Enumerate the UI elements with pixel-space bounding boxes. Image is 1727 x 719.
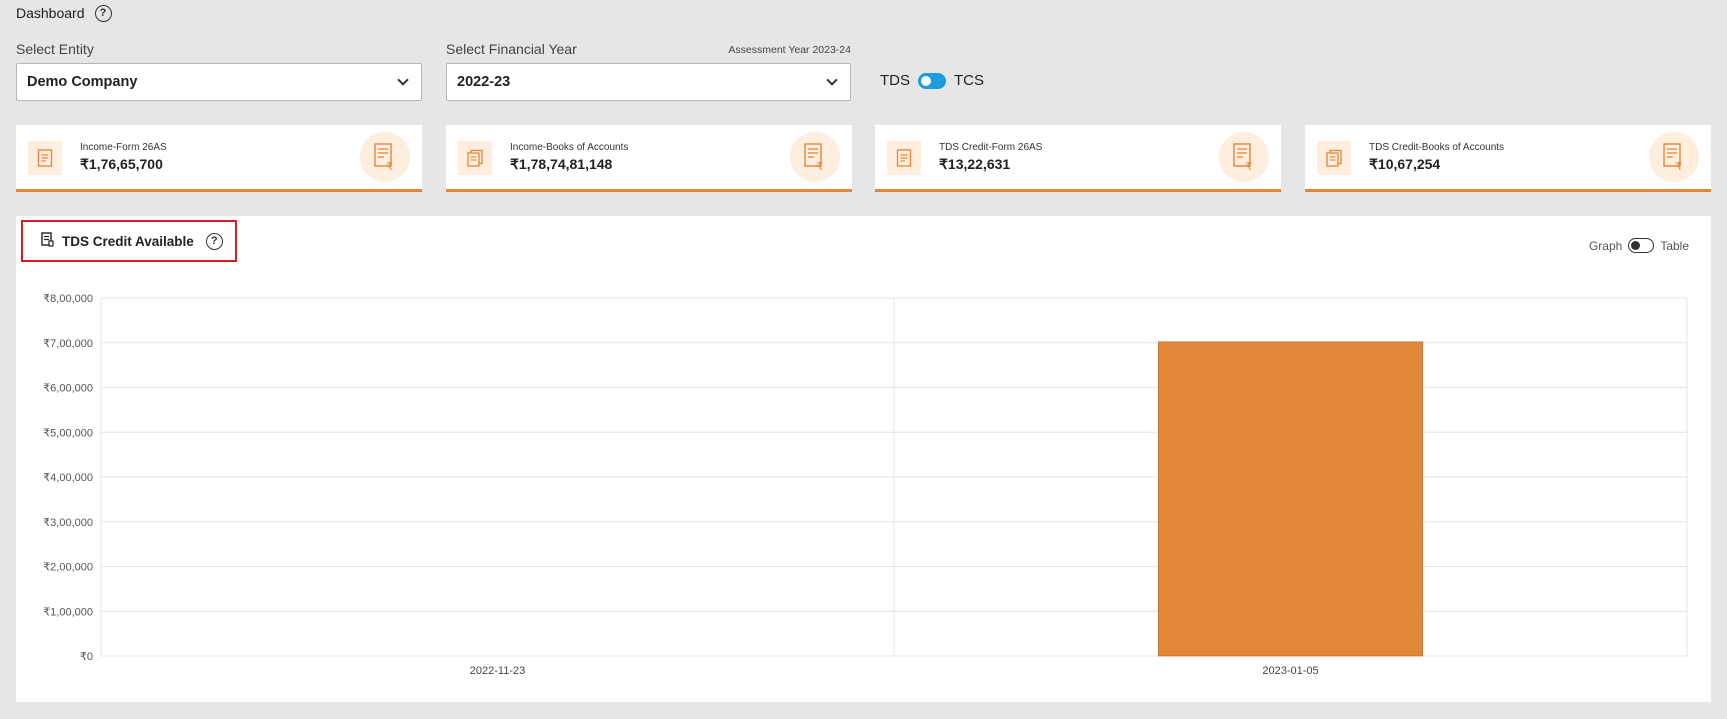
card-income-form-26as[interactable]: Income-Form 26AS ₹1,76,65,700 ₹ bbox=[16, 125, 422, 192]
card-label: TDS Credit-Books of Accounts bbox=[1369, 142, 1505, 153]
entity-select[interactable]: Demo Company bbox=[16, 63, 422, 101]
card-value: ₹1,78,74,81,148 bbox=[510, 156, 613, 172]
y-tick-label: ₹1,00,000 bbox=[43, 606, 93, 618]
y-tick-label: ₹4,00,000 bbox=[43, 472, 93, 484]
page-title: Dashboard bbox=[16, 5, 85, 21]
page-header: Dashboard ? bbox=[16, 2, 112, 24]
x-tick-label: 2022-11-23 bbox=[470, 665, 525, 677]
financial-year-label: Select Financial Year bbox=[446, 41, 577, 57]
rupee-receipt-icon: ₹ bbox=[1219, 132, 1269, 182]
tcs-label: TCS bbox=[954, 72, 984, 89]
card-income-books-of-accounts[interactable]: Income-Books of Accounts ₹1,78,74,81,148… bbox=[446, 125, 852, 192]
card-label: Income-Form 26AS bbox=[80, 142, 167, 153]
card-label: TDS Credit-Form 26AS bbox=[939, 142, 1043, 153]
y-tick-label: ₹5,00,000 bbox=[43, 427, 93, 439]
svg-text:₹: ₹ bbox=[1675, 160, 1682, 171]
card-tds-credit-books-of-accounts[interactable]: TDS Credit-Books of Accounts ₹10,67,254 … bbox=[1305, 125, 1711, 192]
card-value: ₹1,76,65,700 bbox=[80, 156, 163, 172]
y-tick-label: ₹7,00,000 bbox=[43, 338, 93, 350]
rupee-receipt-icon: ₹ bbox=[360, 132, 410, 182]
financial-year-value: 2022-23 bbox=[457, 74, 511, 90]
document-icon bbox=[28, 141, 62, 175]
books-icon bbox=[1317, 141, 1351, 175]
tds-tcs-toggle[interactable] bbox=[918, 72, 946, 89]
books-icon bbox=[458, 141, 492, 175]
entity-label: Select Entity bbox=[16, 41, 94, 57]
card-label: Income-Books of Accounts bbox=[510, 142, 629, 153]
chevron-down-icon bbox=[826, 73, 838, 86]
y-tick-label: ₹0 bbox=[80, 651, 93, 663]
x-tick-label: 2023-01-05 bbox=[1262, 665, 1318, 677]
document-icon bbox=[887, 141, 921, 175]
financial-year-select[interactable]: 2022-23 bbox=[446, 63, 851, 101]
svg-text:₹: ₹ bbox=[816, 160, 823, 171]
card-value: ₹13,22,631 bbox=[939, 156, 1011, 172]
svg-text:₹: ₹ bbox=[1245, 160, 1252, 171]
tds-credit-panel: TDS Credit Available ? Graph Table ₹0 ₹1,… bbox=[16, 216, 1711, 702]
rupee-receipt-icon: ₹ bbox=[1649, 132, 1699, 182]
card-tds-credit-form-26as[interactable]: TDS Credit-Form 26AS ₹13,22,631 ₹ bbox=[875, 125, 1281, 192]
assessment-year-label: Assessment Year 2023-24 bbox=[728, 44, 851, 56]
card-value: ₹10,67,254 bbox=[1369, 156, 1441, 172]
y-tick-label: ₹6,00,000 bbox=[43, 383, 93, 395]
bar bbox=[1158, 341, 1423, 657]
entity-value: Demo Company bbox=[27, 74, 138, 90]
y-tick-label: ₹2,00,000 bbox=[43, 562, 93, 574]
tds-tcs-toggle-group: TDS TCS bbox=[880, 72, 984, 89]
tds-credit-chart: ₹0 ₹1,00,000 ₹2,00,000 ₹3,00,000 ₹4,00,000 ₹5… bbox=[43, 293, 1688, 677]
y-tick-label: ₹8,00,000 bbox=[43, 293, 93, 305]
y-tick-label: ₹3,00,000 bbox=[43, 517, 93, 529]
help-icon[interactable]: ? bbox=[94, 4, 112, 22]
svg-text:₹: ₹ bbox=[386, 160, 393, 171]
chevron-down-icon bbox=[397, 73, 409, 86]
rupee-receipt-icon: ₹ bbox=[790, 132, 840, 182]
tds-label: TDS bbox=[880, 72, 910, 89]
